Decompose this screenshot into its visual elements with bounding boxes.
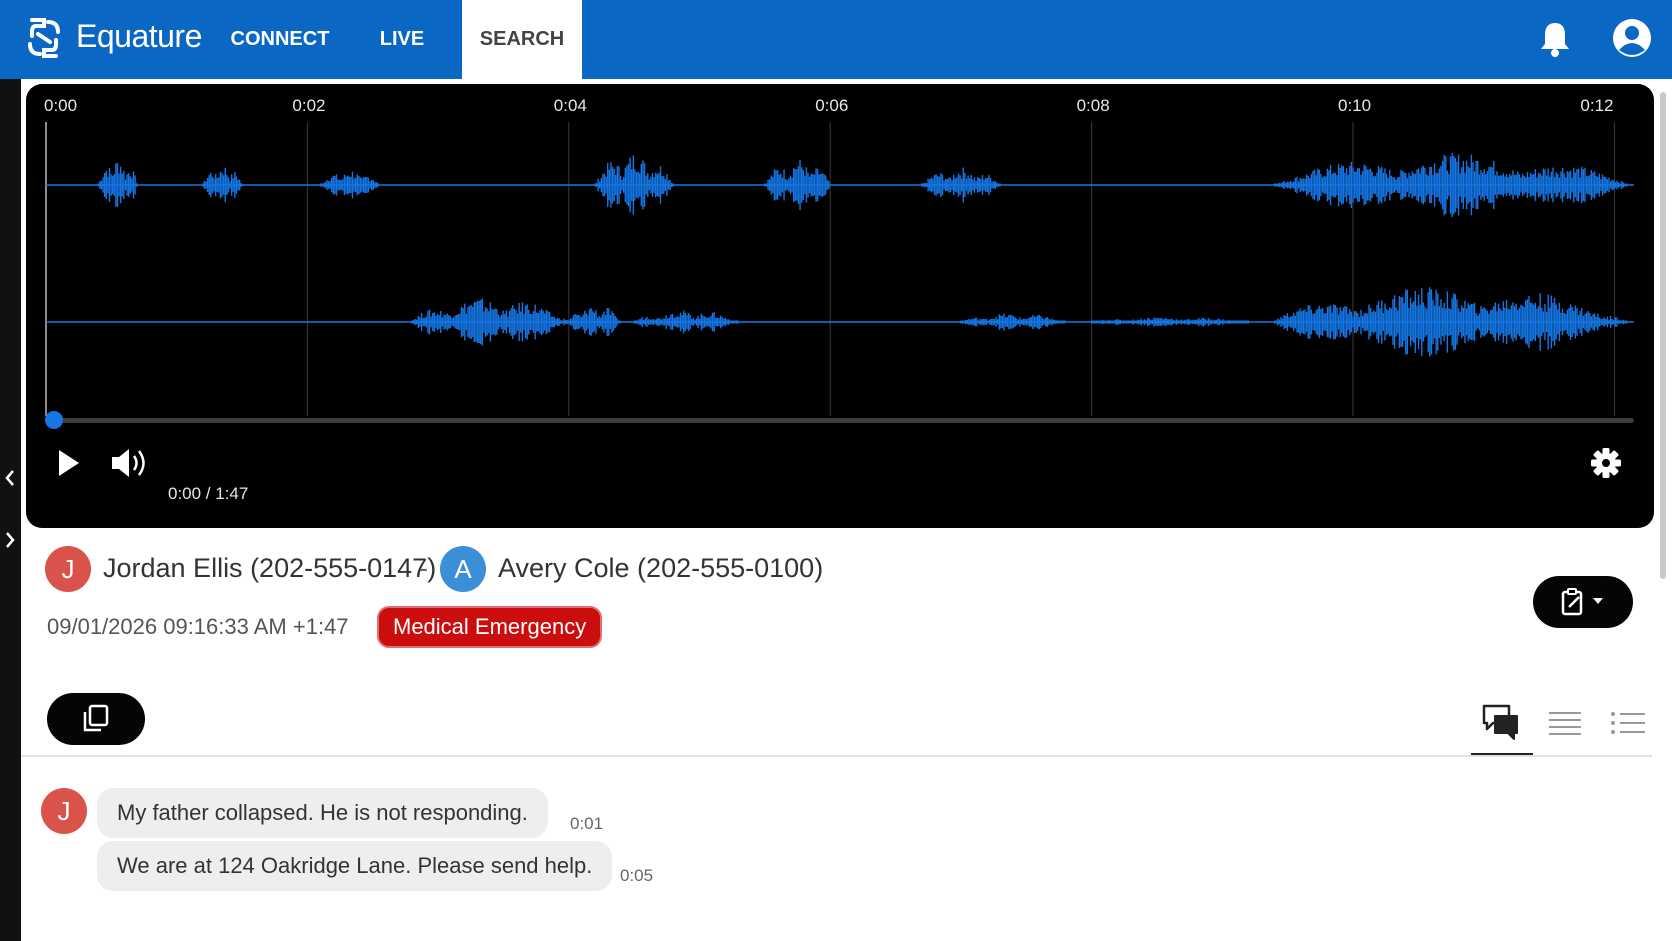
chevron-left-icon[interactable] (3, 468, 17, 488)
brand-name: Equature (76, 18, 202, 54)
bell-icon[interactable] (1538, 20, 1572, 58)
play-icon[interactable] (59, 450, 79, 476)
progress-handle[interactable] (45, 411, 63, 429)
timeline-label: 0:02 (292, 96, 326, 115)
category-tag[interactable]: Medical Emergency (377, 606, 603, 648)
volume-icon[interactable] (112, 449, 145, 477)
progress-track[interactable] (46, 418, 1634, 423)
audio-player: 0:00 0:02 0:04 0:06 0:08 0:10 0:12 0:00 / 1:47 (26, 84, 1654, 528)
equature-logo-icon (28, 18, 60, 58)
waveform-display[interactable] (26, 84, 1654, 528)
account-icon[interactable] (1612, 18, 1652, 58)
message-bubble: We are at 124 Oakridge Lane. Please send… (97, 841, 613, 891)
timeline-label: 0:00 (44, 96, 78, 115)
chat-view-icon[interactable] (1481, 703, 1521, 741)
time-display: 0:00 / 1:47 (168, 484, 249, 503)
callee-avatar: A (440, 546, 486, 592)
timeline-label: 0:04 (553, 96, 587, 115)
message-speaker-avatar: J (41, 788, 87, 834)
caller-avatar: J (45, 546, 91, 592)
timeline-label: 0:12 (1580, 96, 1614, 115)
export-dropdown-button[interactable] (1533, 576, 1633, 628)
timeline-label: 0:06 (815, 96, 849, 115)
party-separator: - (419, 553, 428, 583)
copy-button[interactable] (47, 693, 145, 745)
nav-live[interactable]: LIVE (368, 0, 436, 79)
nav-search[interactable]: SEARCH (462, 0, 582, 79)
clipboard-icon (1561, 588, 1603, 616)
left-side-rail (0, 79, 21, 941)
settings-gear-icon[interactable] (1591, 448, 1621, 478)
text-view-icon[interactable] (1547, 710, 1583, 736)
nav-connect[interactable]: CONNECT (222, 0, 338, 79)
caller-name: Jordan Ellis (202-555-0147) (103, 553, 437, 583)
timeline-label: 0:08 (1076, 96, 1110, 115)
message-bubble: My father collapsed. He is not respondin… (97, 788, 548, 838)
message-time[interactable]: 0:05 (620, 866, 653, 886)
timeline-label: 0:10 (1337, 96, 1372, 115)
call-timestamp: 09/01/2026 09:16:33 AM +1:47 (47, 614, 349, 639)
transcript-divider (21, 755, 1652, 757)
copy-icon (83, 704, 109, 732)
top-navigation-bar: Equature CONNECT LIVE SEARCH (0, 0, 1672, 79)
callee-name: Avery Cole (202-555-0100) (498, 553, 824, 583)
message-time[interactable]: 0:01 (570, 814, 603, 834)
list-view-icon[interactable] (1609, 710, 1647, 736)
chevron-right-icon[interactable] (3, 530, 17, 550)
caret-down-icon (1593, 598, 1603, 604)
scrollbar-thumb[interactable] (1660, 92, 1666, 579)
